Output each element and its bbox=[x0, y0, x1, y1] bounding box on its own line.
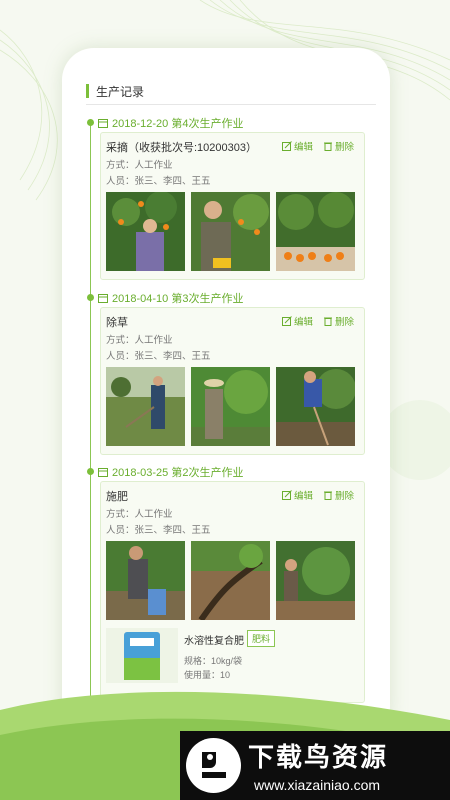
record-actions: 编辑 删除 bbox=[281, 314, 354, 328]
edit-icon bbox=[281, 141, 292, 151]
product-category-badge: 肥料 bbox=[247, 630, 276, 647]
record-date-text: 2018-04-10 第3次生产作业 bbox=[112, 293, 244, 305]
edit-label: 编辑 bbox=[293, 491, 313, 502]
edit-icon bbox=[281, 490, 292, 500]
photo[interactable] bbox=[276, 192, 355, 271]
edit-button[interactable]: 编辑 bbox=[281, 314, 313, 328]
photo-row bbox=[106, 192, 355, 271]
photo[interactable] bbox=[106, 192, 185, 271]
photo[interactable] bbox=[191, 192, 270, 271]
edit-button[interactable]: 编辑 bbox=[281, 139, 313, 153]
record-date: 2018-12-20 第4次生产作业 bbox=[98, 115, 243, 131]
photo[interactable] bbox=[276, 541, 355, 620]
photo[interactable] bbox=[276, 367, 355, 446]
delete-label: 删除 bbox=[334, 142, 354, 153]
edit-icon bbox=[281, 316, 292, 326]
record-method: 方式：人工作业 bbox=[106, 509, 173, 520]
page-title: 生产记录 bbox=[96, 85, 145, 99]
brand-name: 下载鸟资源 bbox=[248, 742, 389, 772]
phone-frame: 生产记录 2018-12-20 第4次生产作业 采摘（收获批次号:1020030… bbox=[62, 48, 390, 738]
product-image bbox=[106, 628, 178, 683]
header-accent-bar bbox=[86, 84, 89, 98]
edit-label: 编辑 bbox=[293, 317, 313, 328]
trash-icon bbox=[323, 317, 332, 326]
brand-logo bbox=[186, 738, 241, 793]
delete-label: 删除 bbox=[334, 491, 354, 502]
calendar-icon bbox=[98, 119, 108, 128]
photo-row bbox=[106, 367, 355, 446]
photo[interactable] bbox=[106, 367, 185, 446]
record-people: 人员：张三、李四、王五 bbox=[106, 525, 211, 536]
product-spec: 规格：10kg/袋 bbox=[184, 656, 243, 666]
calendar-icon bbox=[98, 294, 108, 303]
delete-button[interactable]: 删除 bbox=[323, 488, 354, 502]
record-method: 方式：人工作业 bbox=[106, 335, 173, 346]
delete-button[interactable]: 删除 bbox=[323, 314, 354, 328]
record-people: 人员：张三、李四、王五 bbox=[106, 176, 211, 187]
calendar-icon bbox=[98, 468, 108, 477]
brand-url: www.xiazainiao.com bbox=[254, 777, 381, 793]
record-card[interactable]: 施肥 方式：人工作业 人员：张三、李四、王五 编辑 删除 水溶性复合肥 肥料 规… bbox=[100, 481, 365, 703]
edit-button[interactable]: 编辑 bbox=[281, 488, 313, 502]
product-item[interactable]: 水溶性复合肥 肥料 规格：10kg/袋 使用量：10 bbox=[106, 628, 356, 686]
delete-label: 删除 bbox=[334, 317, 354, 328]
product-name: 水溶性复合肥 bbox=[184, 636, 244, 647]
timeline-dot bbox=[87, 468, 94, 475]
record-date: 2018-03-25 第2次生产作业 bbox=[98, 464, 243, 480]
timeline-dot bbox=[87, 119, 94, 126]
trash-icon bbox=[323, 491, 332, 500]
photo[interactable] bbox=[191, 541, 270, 620]
record-card[interactable]: 采摘（收获批次号:10200303） 方式：人工作业 人员：张三、李四、王五 编… bbox=[100, 132, 365, 280]
page-header: 生产记录 bbox=[86, 82, 376, 105]
delete-button[interactable]: 删除 bbox=[323, 139, 354, 153]
record-card[interactable]: 除草 方式：人工作业 人员：张三、李四、王五 编辑 删除 bbox=[100, 307, 365, 455]
record-title: 除草 bbox=[106, 317, 128, 329]
photo[interactable] bbox=[106, 541, 185, 620]
record-date: 2018-04-10 第3次生产作业 bbox=[98, 290, 243, 306]
photo[interactable] bbox=[191, 367, 270, 446]
record-date-text: 2018-12-20 第4次生产作业 bbox=[112, 118, 244, 130]
watermark-banner: 下载鸟资源 www.xiazainiao.com bbox=[180, 731, 450, 800]
trash-icon bbox=[323, 142, 332, 151]
timeline-line bbox=[90, 122, 91, 722]
edit-label: 编辑 bbox=[293, 142, 313, 153]
timeline-dot bbox=[87, 294, 94, 301]
record-actions: 编辑 删除 bbox=[281, 139, 354, 153]
record-title: 采摘（收获批次号:10200303） bbox=[106, 142, 257, 154]
record-people: 人员：张三、李四、王五 bbox=[106, 351, 211, 362]
record-method: 方式：人工作业 bbox=[106, 160, 173, 171]
photo-row bbox=[106, 541, 355, 620]
record-actions: 编辑 删除 bbox=[281, 488, 354, 502]
record-title: 施肥 bbox=[106, 491, 128, 503]
record-date-text: 2018-03-25 第2次生产作业 bbox=[112, 467, 244, 479]
